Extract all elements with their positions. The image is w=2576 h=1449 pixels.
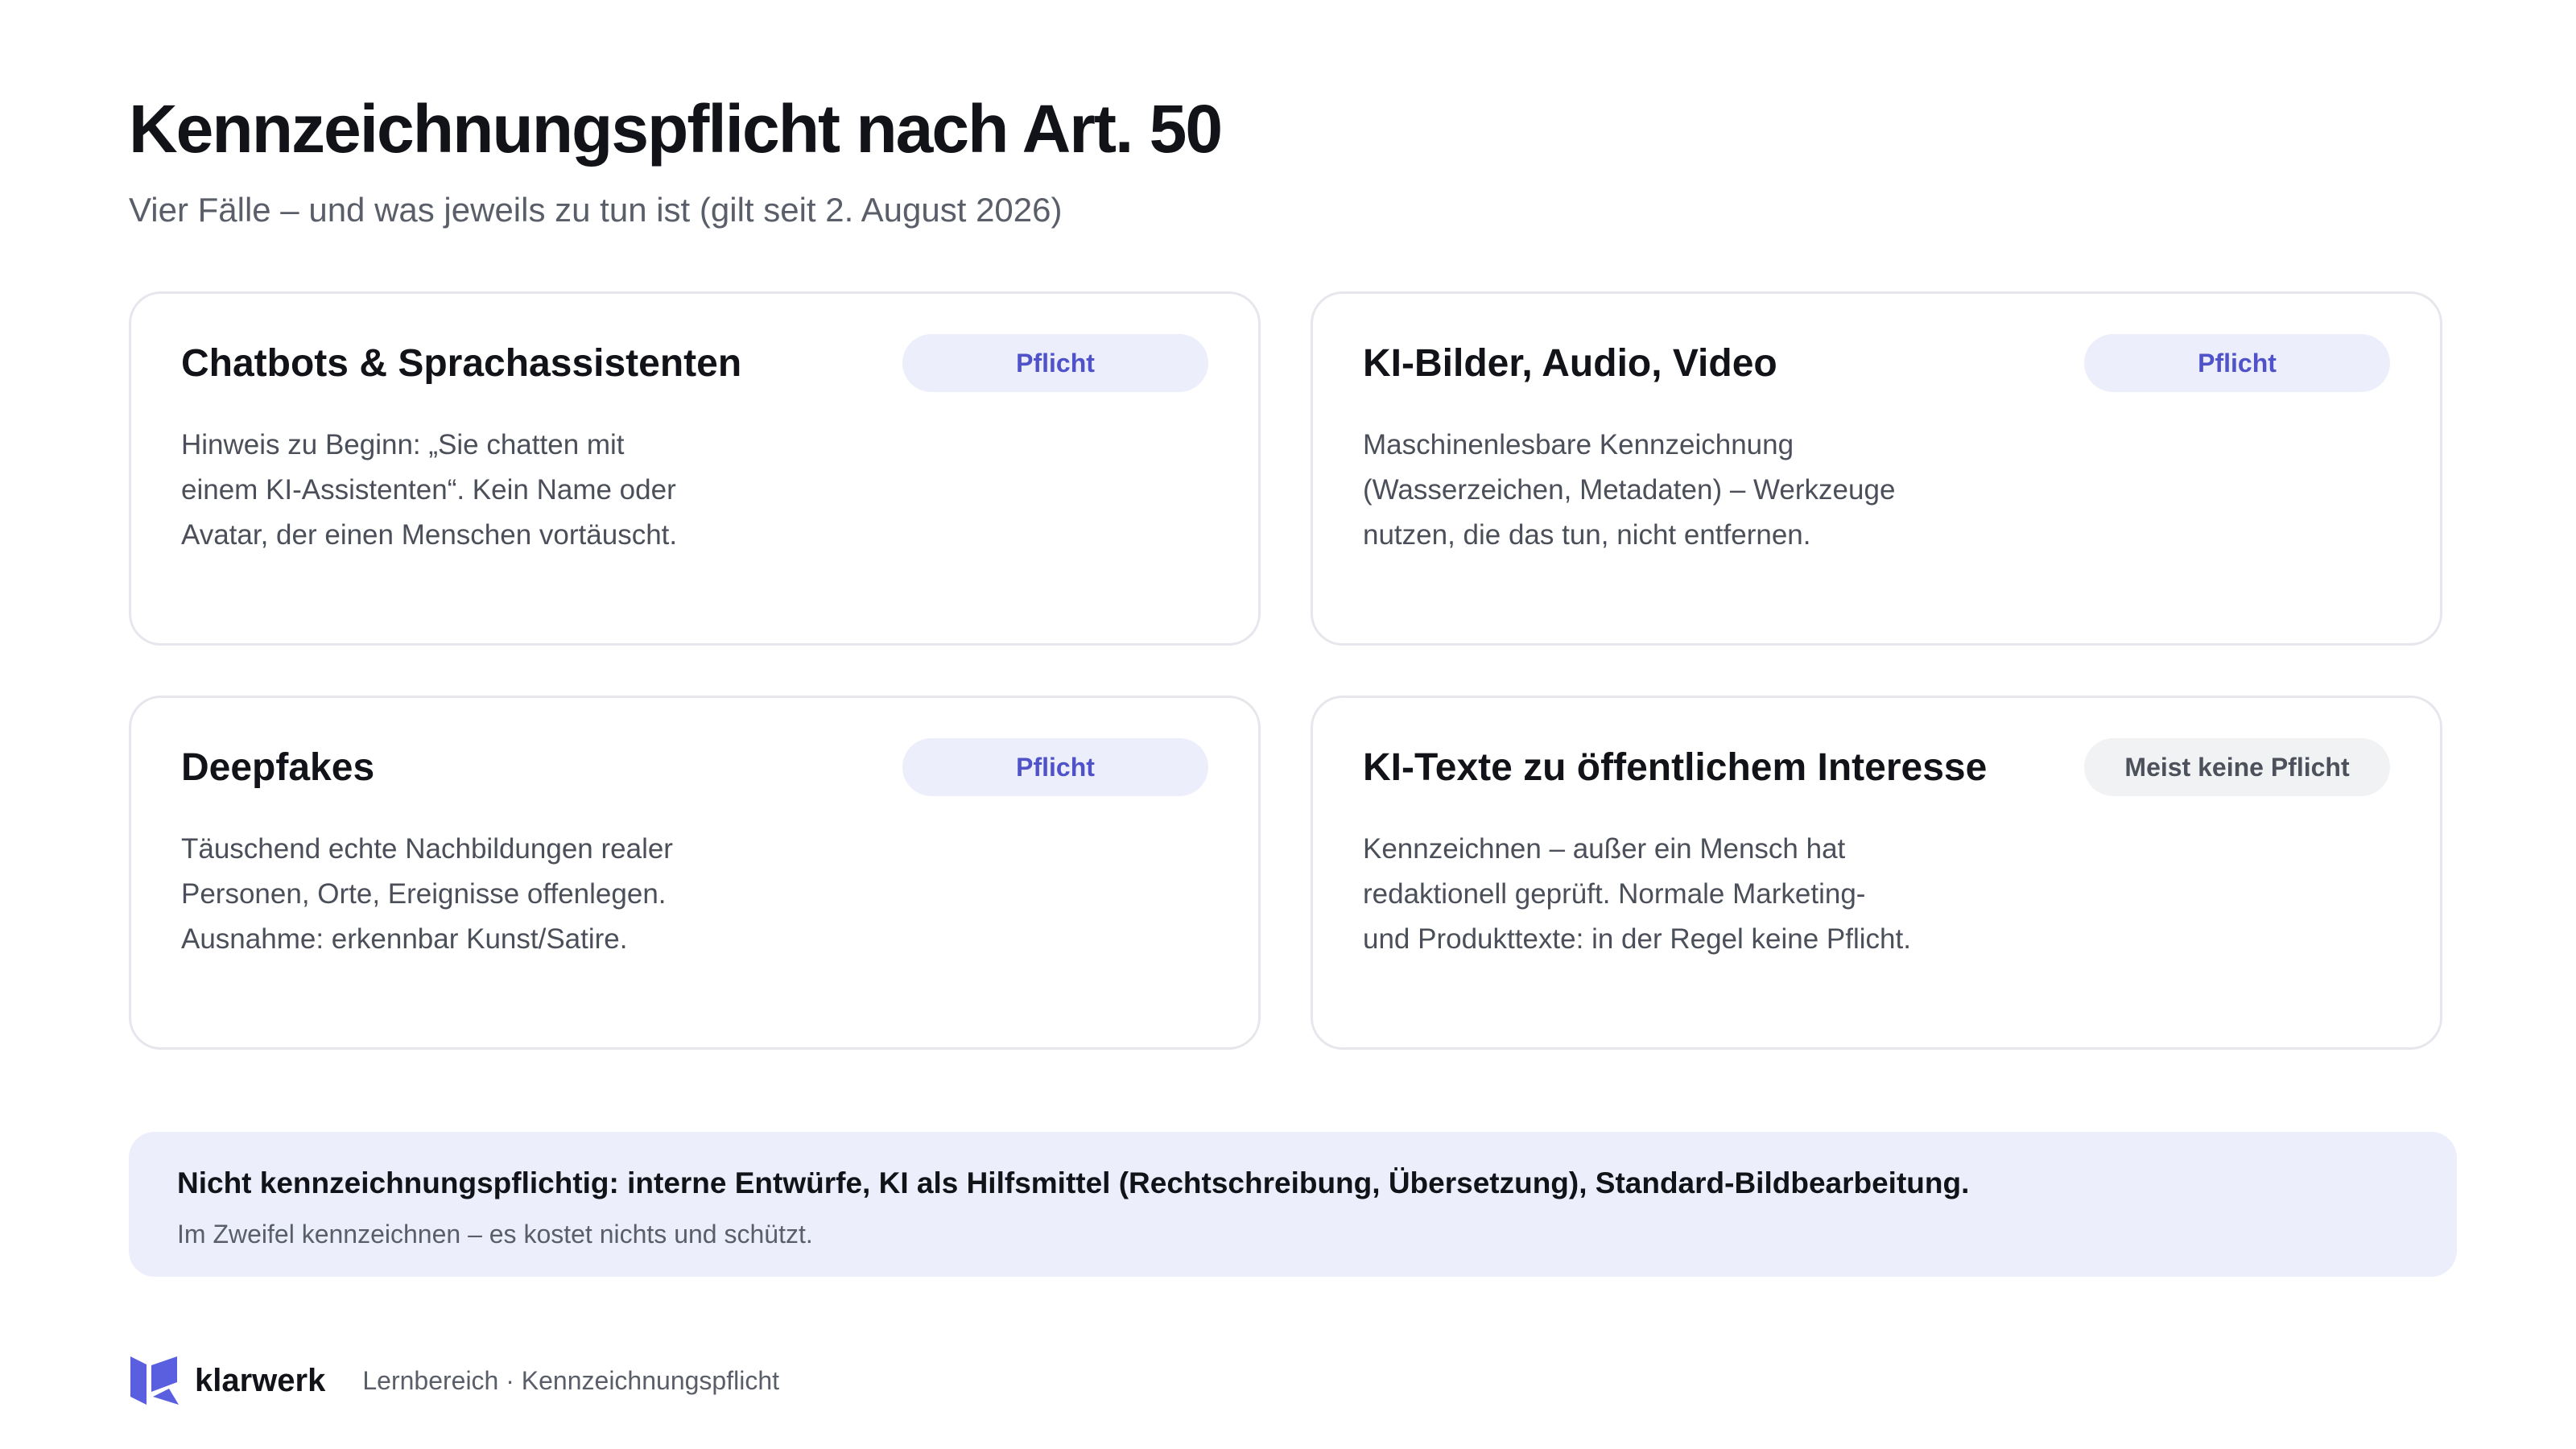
card-ki-texte: KI-Texte zu öffentlichem Interesse Meist… [1311, 696, 2442, 1050]
callout-main-text: Nicht kennzeichnungspflichtig: interne E… [177, 1166, 1970, 1199]
card-title: Deepfakes [181, 746, 375, 789]
status-badge: Pflicht [2084, 334, 2390, 392]
card-description-line: einem KI-Assistenten“. Kein Name oder [181, 474, 676, 506]
status-badge: Meist keine Pflicht [2084, 738, 2390, 796]
page-title: Kennzeichnungspflicht nach Art. 50 [129, 91, 1223, 167]
card-description-line: Ausnahme: erkennbar Kunst/Satire. [181, 923, 628, 955]
card-ki-media: KI-Bilder, Audio, Video Pflicht Maschine… [1311, 291, 2442, 646]
card-description: Hinweis zu Beginn: „Sie chatten mit eine… [181, 423, 745, 558]
card-description-line: Avatar, der einen Menschen vortäuscht. [181, 519, 678, 551]
card-chatbots: Chatbots & Sprachassistenten Pflicht Hin… [129, 291, 1261, 646]
brand-name: klarwerk [195, 1362, 326, 1398]
card-description: Maschinenlesbare Kennzeichnung (Wasserze… [1363, 423, 1926, 558]
status-badge: Pflicht [902, 334, 1208, 392]
card-description-line: Täuschend echte Nachbildungen realer [181, 833, 673, 865]
card-description-line: Personen, Orte, Ereignisse offenlegen. [181, 878, 667, 910]
card-description: Kennzeichnen – außer ein Mensch hat reda… [1363, 827, 1926, 962]
card-title: Chatbots & Sprachassistenten [181, 342, 742, 385]
card-description-line: Hinweis zu Beginn: „Sie chatten mit [181, 429, 625, 460]
card-description-line: Maschinenlesbare Kennzeichnung [1363, 429, 1794, 460]
card-deepfakes: Deepfakes Pflicht Täuschend echte Nachbi… [129, 696, 1261, 1050]
klarwerk-logo-icon [130, 1356, 179, 1405]
card-description-line: redaktionell geprüft. Normale Marketing- [1363, 878, 1866, 910]
card-description-line: und Produkttexte: in der Regel keine Pfl… [1363, 923, 1911, 955]
card-title: KI-Texte zu öffentlichem Interesse [1363, 746, 1988, 789]
card-title: KI-Bilder, Audio, Video [1363, 342, 1777, 385]
footer: klarwerk Lernbereich · Kennzeichnungspfl… [129, 1352, 779, 1409]
card-description-line: nutzen, die das tun, nicht entfernen. [1363, 519, 1811, 551]
callout-sub-text: Im Zweifel kennzeichnen – es kostet nich… [177, 1220, 813, 1249]
card-description-line: Kennzeichnen – außer ein Mensch hat [1363, 833, 1846, 865]
page-subtitle: Vier Fälle – und was jeweils zu tun ist … [129, 191, 1063, 229]
breadcrumb: Lernbereich · Kennzeichnungspflicht [362, 1365, 779, 1395]
status-badge: Pflicht [902, 738, 1208, 796]
card-description: Täuschend echte Nachbildungen realer Per… [181, 827, 745, 962]
card-description-line: (Wasserzeichen, Metadaten) – Werkzeuge [1363, 474, 1896, 506]
info-callout: Nicht kennzeichnungspflichtig: interne E… [129, 1132, 2457, 1277]
